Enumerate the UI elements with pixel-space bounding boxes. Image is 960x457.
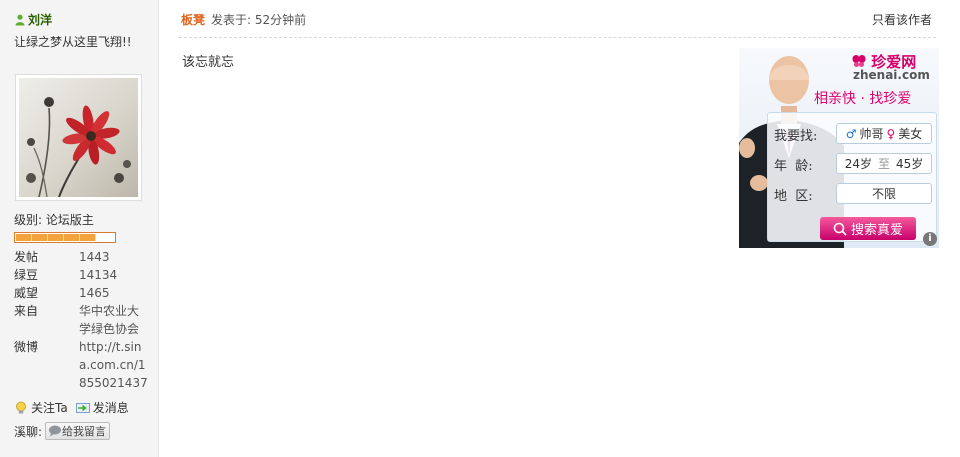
username-link[interactable]: 刘洋 [28,11,52,28]
ad-search-button[interactable]: 搜索真爱 [820,217,916,240]
only-author-link[interactable]: 只看该作者 [872,11,932,28]
avatar[interactable] [15,74,142,201]
post-main: 板凳 发表于: 52分钟前 只看该作者 该忘就忘 珍爱网 zhenai.com … [179,0,939,457]
user-level: 级别: 论坛版主 [14,213,94,227]
stat-value: 1465 [79,286,110,300]
user-name-row: 刘洋 [15,11,52,28]
send-message-icon [75,402,90,413]
xiliao-label: 溪聊: [14,424,43,439]
post-floor-label: 板凳 [181,13,206,27]
avatar-image [19,78,138,197]
leave-message-label: 给我留言 [62,425,107,438]
ad-age-label: 年 龄: [774,159,813,174]
female-icon: ♀ [886,126,896,141]
ad-gender-male: 帅哥 [859,127,884,141]
send-message-button[interactable]: 发消息 [75,399,129,416]
stat-row: 威望 1465 [14,284,154,302]
user-sidebar: 刘洋 让绿之梦从这里飞翔!! 级别: 论坛版主 发帖 1443 绿豆 14134… [0,0,159,457]
stat-value: 华中农业大学绿色协会 [79,304,140,336]
level-segment [48,234,64,241]
ad-search-label: 搜索真爱 [850,223,903,238]
level-progress-bar [14,232,116,243]
ad-age-from: 24岁 [844,157,872,171]
ad-slogan: 相亲快 · 找珍爱 [814,91,912,107]
level-segment [80,234,96,241]
ad-domain: zhenai.com [853,68,930,82]
stat-row: 微博 http://t.sina.com.cn/1855021437 [14,338,154,392]
ad-region-label: 地 区: [774,189,813,204]
ad-search-panel: 我要找: ♂ 帅哥 ♀ 美女 年 龄: 24岁 至 45岁 地 区: 不限 搜索… [767,112,937,242]
user-actions: 关注Ta 发消息 [14,399,129,416]
send-message-label: 发消息 [92,401,129,415]
ad-age-range[interactable]: 24岁 至 45岁 [836,153,932,174]
male-icon: ♂ [845,126,857,141]
stat-label: 威望 [14,286,39,300]
follow-button[interactable]: 关注Ta [14,399,68,416]
stat-label: 绿豆 [14,268,39,282]
level-segment [16,234,32,241]
stat-label: 来自 [14,304,39,318]
user-online-icon [15,14,25,25]
chat-bubble-icon [49,425,62,437]
user-stats: 发帖 1443 绿豆 14134 威望 1465 来自 华中农业大学绿色协会 微… [14,248,154,392]
weibo-link[interactable]: http://t.sina.com.cn/1855021437 [79,338,149,392]
user-signature: 让绿之梦从这里飞翔!! [14,35,132,49]
ad-info-icon[interactable]: i [923,232,937,246]
stat-value: 1443 [79,250,110,264]
ad-age-to: 45岁 [896,157,924,171]
post-time: 发表于: 52分钟前 [211,13,307,27]
xiliao-row: 溪聊: 给我留言 [14,422,111,440]
post-header: 板凳 发表于: 52分钟前 只看该作者 [179,11,936,38]
stat-row: 来自 华中农业大学绿色协会 [14,302,154,338]
level-segment [64,234,80,241]
lightbulb-icon [16,401,26,413]
leave-message-button[interactable]: 给我留言 [45,422,111,440]
follow-label: 关注Ta [31,401,68,415]
butterfly-icon [852,55,866,67]
level-segment [32,234,48,241]
stat-row: 发帖 1443 [14,248,154,266]
ad-region-select[interactable]: 不限 [836,183,932,204]
stat-label: 发帖 [14,250,39,264]
ad-gender-select[interactable]: ♂ 帅哥 ♀ 美女 [836,123,932,144]
stat-value: 14134 [79,268,118,282]
search-icon [833,222,847,236]
ad-gender-female: 美女 [898,127,923,141]
stat-label: 微博 [14,340,39,354]
ad-find-label: 我要找: [774,129,818,144]
ad-region-value: 不限 [871,187,896,201]
post-body: 该忘就忘 [182,55,235,70]
stat-row: 绿豆 14134 [14,266,154,284]
ad-age-to-word: 至 [877,157,890,171]
advertisement-banner[interactable]: 珍爱网 zhenai.com 相亲快 · 找珍爱 我要找: ♂ 帅哥 ♀ 美女 … [739,48,939,248]
